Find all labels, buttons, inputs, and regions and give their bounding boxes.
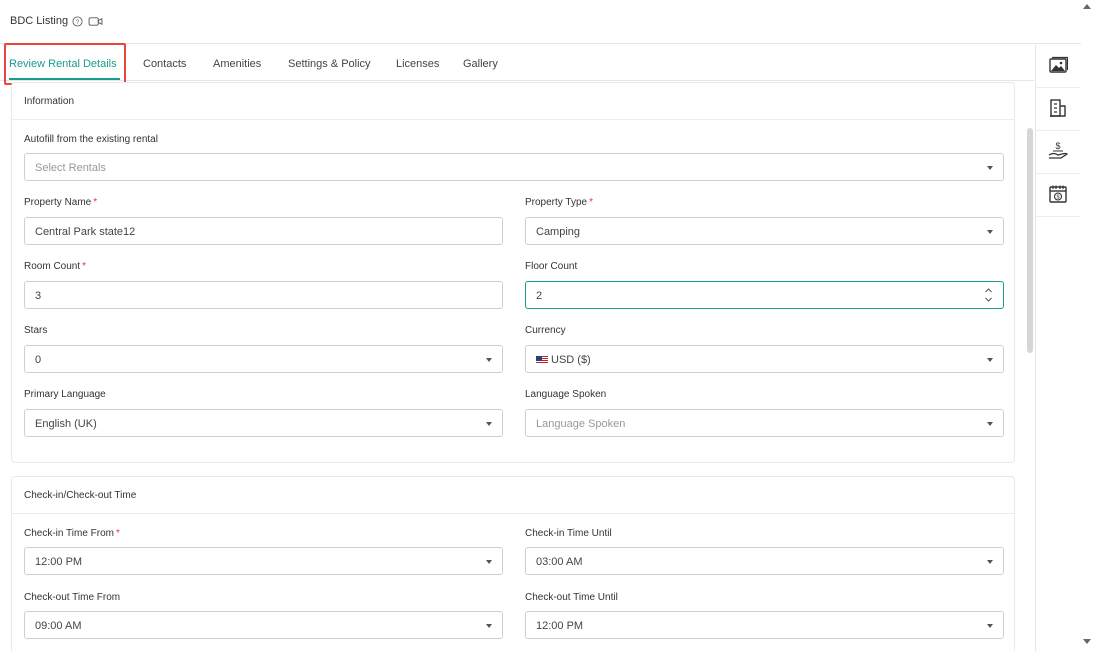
stars-label: Stars xyxy=(24,325,48,336)
scroll-down-arrow-icon[interactable] xyxy=(1083,639,1091,644)
video-icon[interactable] xyxy=(88,16,103,27)
property-name-input[interactable]: Central Park state12 xyxy=(24,217,503,245)
chevron-down-icon xyxy=(987,166,993,170)
room-count-label: Room Count * xyxy=(24,261,87,272)
select-rentals-dropdown[interactable]: Select Rentals xyxy=(24,153,1004,181)
chevron-down-icon xyxy=(987,624,993,628)
primary-language-value: English (UK) xyxy=(35,418,97,430)
property-type-label: Property Type * xyxy=(525,197,593,208)
us-flag-icon xyxy=(536,356,548,364)
currency-display: USD ($) xyxy=(536,354,591,366)
tab-settings-policy[interactable]: Settings & Policy xyxy=(288,58,371,70)
calendar-dollar-icon: $ xyxy=(1049,185,1067,203)
stars-dropdown[interactable]: 0 xyxy=(24,345,503,373)
scroll-up-arrow-icon[interactable] xyxy=(1083,4,1091,9)
building-icon xyxy=(1050,99,1066,117)
floor-count-input[interactable]: 2 xyxy=(525,281,1004,309)
chevron-down-icon xyxy=(987,560,993,564)
hand-dollar-icon: $ xyxy=(1048,141,1068,159)
room-count-value: 3 xyxy=(35,290,42,302)
checkin-until-dropdown[interactable]: 03:00 AM xyxy=(525,547,1004,575)
autofill-label: Autofill from the existing rental xyxy=(24,134,158,145)
sidebar-pricing-button[interactable]: $ xyxy=(1036,131,1080,174)
right-sidebar: $ $ xyxy=(1035,45,1080,651)
tab-contacts[interactable]: Contacts xyxy=(143,58,186,70)
number-spinner-icon[interactable] xyxy=(985,287,992,303)
currency-value: USD ($) xyxy=(551,354,591,366)
property-name-label: Property Name * xyxy=(24,197,98,208)
image-gallery-icon xyxy=(1049,56,1068,73)
checkin-from-label: Check-in Time From * xyxy=(24,528,120,539)
chevron-down-icon xyxy=(486,358,492,362)
currency-dropdown[interactable]: USD ($) xyxy=(525,345,1004,373)
tab-licenses[interactable]: Licenses xyxy=(396,58,439,70)
property-type-dropdown[interactable]: Camping xyxy=(525,217,1004,245)
checkout-until-label: Check-out Time Until xyxy=(525,592,618,603)
sidebar-gallery-button[interactable] xyxy=(1036,45,1080,88)
checkin-until-value: 03:00 AM xyxy=(536,556,583,568)
chevron-down-icon xyxy=(987,230,993,234)
checkout-until-value: 12:00 PM xyxy=(536,620,584,632)
chevron-down-icon xyxy=(486,560,492,564)
sidebar-rates-calendar-button[interactable]: $ xyxy=(1036,174,1080,217)
room-count-input[interactable]: 3 xyxy=(24,281,503,309)
checkin-card: Check-in/Check-out Time Check-in Time Fr… xyxy=(11,476,1015,651)
checkout-until-dropdown[interactable]: 12:00 PM xyxy=(525,611,1004,639)
help-icon[interactable]: ? xyxy=(72,16,83,27)
content-scrollbar[interactable] xyxy=(1027,128,1033,353)
tab-bar: Review Rental Details Contacts Amenities… xyxy=(0,45,1034,81)
page-title: BDC Listing xyxy=(10,15,69,27)
floor-count-label: Floor Count xyxy=(525,261,578,272)
svg-text:$: $ xyxy=(1056,195,1059,201)
tab-gallery[interactable]: Gallery xyxy=(463,58,498,70)
floor-count-value: 2 xyxy=(536,290,543,302)
language-spoken-placeholder: Language Spoken xyxy=(536,418,626,430)
stars-value: 0 xyxy=(35,354,42,366)
checkout-from-dropdown[interactable]: 09:00 AM xyxy=(24,611,503,639)
sidebar-property-button[interactable] xyxy=(1036,88,1080,131)
checkout-from-label: Check-out Time From xyxy=(24,592,121,603)
checkin-from-value: 12:00 PM xyxy=(35,556,83,568)
property-type-value: Camping xyxy=(536,226,581,238)
chevron-down-icon xyxy=(486,624,492,628)
window-scrollbar[interactable] xyxy=(1081,0,1094,651)
property-name-value: Central Park state12 xyxy=(35,226,136,238)
checkout-from-value: 09:00 AM xyxy=(35,620,82,632)
svg-text:?: ? xyxy=(76,19,80,26)
checkin-until-label: Check-in Time Until xyxy=(525,528,612,539)
information-card: Information Autofill from the existing r… xyxy=(11,82,1015,463)
checkin-header: Check-in/Check-out Time xyxy=(12,477,1014,514)
checkin-from-dropdown[interactable]: 12:00 PM xyxy=(24,547,503,575)
chevron-down-icon xyxy=(987,358,993,362)
svg-text:$: $ xyxy=(1055,141,1060,151)
primary-language-label: Primary Language xyxy=(24,389,106,400)
currency-label: Currency xyxy=(525,325,566,336)
language-spoken-label: Language Spoken xyxy=(525,389,607,400)
language-spoken-dropdown[interactable]: Language Spoken xyxy=(525,409,1004,437)
tab-amenities[interactable]: Amenities xyxy=(213,58,261,70)
tab-review-rental-details[interactable]: Review Rental Details xyxy=(9,58,117,70)
select-rentals-placeholder: Select Rentals xyxy=(35,162,106,174)
chevron-down-icon xyxy=(987,422,993,426)
primary-language-dropdown[interactable]: English (UK) xyxy=(24,409,503,437)
information-header: Information xyxy=(12,83,1014,120)
chevron-down-icon xyxy=(486,422,492,426)
active-tab-indicator xyxy=(9,78,120,80)
top-bar: BDC Listing ? xyxy=(0,0,1094,44)
